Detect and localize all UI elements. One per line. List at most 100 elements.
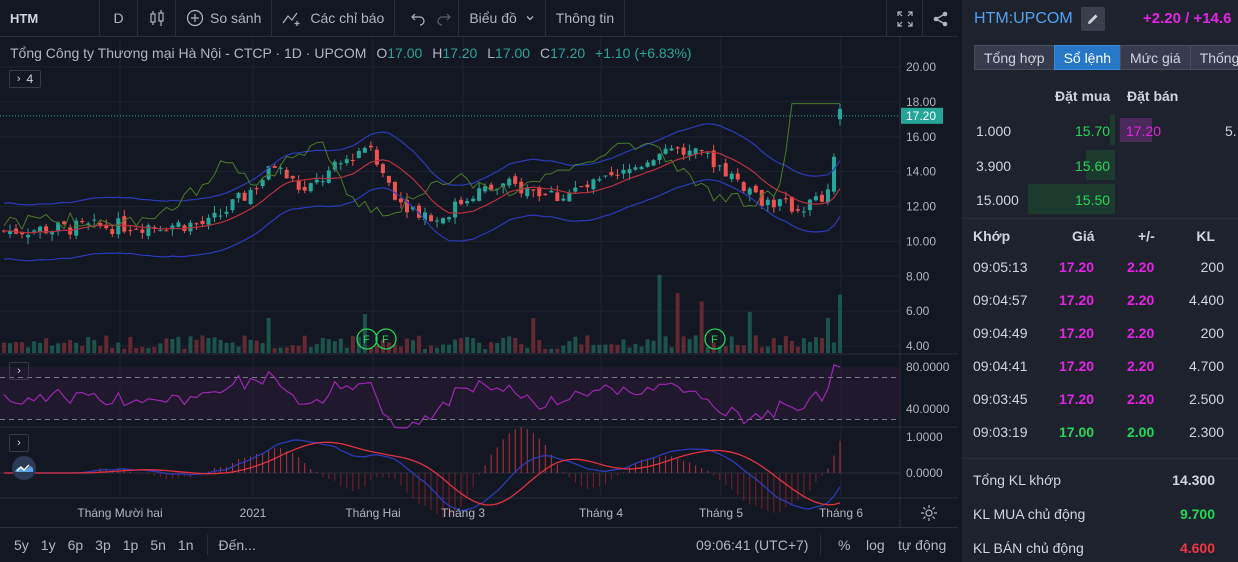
volume-bar — [206, 337, 211, 353]
candle-body — [621, 169, 626, 174]
volume-bar — [254, 340, 259, 353]
percent-scale-toggle[interactable]: % — [838, 537, 850, 553]
price-axis-label: 20.00 — [906, 60, 936, 74]
info-button[interactable]: Thông tin — [546, 0, 626, 37]
range-1y[interactable]: 1y — [35, 537, 62, 553]
chart-type-button[interactable] — [138, 0, 176, 37]
trade-time: 09:04:41 — [973, 358, 1028, 374]
volume-bar — [344, 347, 349, 353]
chart-canvas[interactable]: 20.00 18.00 16.00 14.00 12.00 10.00 8.00 6.00 4.… — [0, 37, 958, 527]
indicators-label: Các chỉ báo — [310, 10, 385, 26]
volume-bar — [633, 343, 638, 353]
resolution-button[interactable]: D — [100, 0, 138, 37]
time-axis-label: Tháng 6 — [819, 506, 863, 520]
volume-bar — [759, 347, 764, 353]
candle-body — [386, 175, 391, 183]
volume-bar — [753, 335, 758, 353]
log-scale-toggle[interactable]: log — [866, 537, 885, 553]
volume-bar — [687, 339, 692, 353]
range-5y[interactable]: 5y — [0, 537, 35, 553]
volume-bar — [741, 345, 746, 353]
bid-volume: 15.000 — [976, 192, 1019, 208]
volume-bar — [92, 340, 97, 353]
range-1d[interactable]: 1n — [172, 537, 200, 553]
range-1m[interactable]: 1p — [117, 537, 145, 553]
undo-icon[interactable] — [409, 9, 427, 27]
volume-bar — [777, 345, 782, 353]
candle-body — [224, 211, 229, 214]
edit-symbol-button[interactable] — [1081, 7, 1105, 31]
volume-bar — [326, 339, 331, 353]
volume-bar — [567, 341, 572, 353]
volume-bar — [374, 345, 379, 353]
indicators-button[interactable]: Các chỉ báo — [272, 0, 396, 37]
candle-body — [248, 189, 253, 204]
fullscreen-button[interactable] — [886, 0, 922, 37]
candle-body — [507, 178, 512, 186]
volume-bar — [525, 347, 530, 353]
oscillator-pane-toggle[interactable]: › — [9, 362, 29, 380]
tab-stats[interactable]: Thống — [1189, 45, 1238, 70]
volume-bar — [549, 348, 554, 353]
volume-bar — [260, 343, 265, 353]
range-5d[interactable]: 5n — [144, 537, 172, 553]
volume-bar — [597, 344, 602, 353]
candle-body — [573, 187, 578, 192]
trade-time: 09:03:45 — [973, 391, 1028, 407]
candle-body — [32, 230, 37, 232]
volume-bar — [801, 338, 806, 353]
compare-button[interactable]: So sánh — [176, 0, 273, 37]
trade-volume-header: KL — [1196, 228, 1215, 244]
volume-bar — [423, 348, 428, 353]
volume-bar — [519, 344, 524, 353]
volume-bar — [837, 294, 842, 353]
share-button[interactable] — [922, 0, 958, 37]
volume-bar — [266, 317, 271, 353]
trade-summary: Tổng KL khớp 14.300 KL MUA chủ động 9.70… — [962, 458, 1238, 556]
range-3m[interactable]: 3p — [89, 537, 117, 553]
trade-row: 09:04:49 17.20 2.20 200 — [962, 316, 1238, 349]
candle-body — [753, 185, 758, 193]
volume-bar — [194, 339, 199, 353]
trade-time: 09:04:57 — [973, 292, 1028, 308]
candle-body — [447, 217, 452, 220]
range-6m[interactable]: 6p — [62, 537, 90, 553]
logo-icon[interactable] — [9, 455, 39, 481]
trade-time: 09:04:49 — [973, 325, 1028, 341]
current-price-label: 17.20 — [906, 109, 936, 123]
candle-body — [344, 159, 349, 164]
volume-bar — [453, 339, 458, 353]
macd-pane-toggle[interactable]: › — [9, 434, 29, 452]
tab-summary[interactable]: Tổng hợp — [974, 45, 1055, 70]
auto-scale-toggle[interactable]: tự động — [898, 537, 946, 553]
bid-volume: 1.000 — [976, 123, 1012, 139]
goto-date-button[interactable]: Đến... — [216, 537, 255, 553]
symbol-label: HTM — [10, 10, 39, 26]
tab-orderbook[interactable]: Sổ lệnh — [1053, 45, 1122, 70]
indicators-collapse-button[interactable]: › 4 — [9, 70, 41, 88]
indicators-icon — [282, 9, 304, 27]
indicator-count: 4 — [26, 72, 34, 86]
orderbook-row: 3.900 15.60 — [962, 150, 1238, 180]
volume-bar — [338, 338, 343, 353]
redo-icon[interactable] — [435, 9, 453, 27]
trade-change: 2.20 — [1127, 358, 1155, 374]
tab-price-levels[interactable]: Mức giá — [1120, 45, 1191, 70]
bollinger-lower — [3, 178, 841, 262]
candle-body — [453, 201, 458, 218]
chart-area[interactable]: HTM D So sánh Các chỉ báo Biểu đồ Thông … — [0, 0, 958, 562]
candle-body — [272, 166, 277, 168]
symbol-search-button[interactable]: HTM — [0, 0, 100, 37]
candle-body — [194, 223, 199, 225]
volume-bar — [230, 342, 235, 353]
volume-bar — [110, 347, 115, 353]
gear-icon[interactable] — [918, 502, 940, 524]
volume-bar — [627, 347, 632, 353]
chevron-right-icon: › — [17, 365, 21, 377]
candle-body — [603, 175, 608, 177]
tab-label: Tổng hợp — [984, 49, 1045, 66]
bid-volume: 3.900 — [976, 158, 1012, 174]
chart-mode-button[interactable]: Biểu đồ — [459, 0, 546, 37]
volume-bar — [675, 293, 680, 353]
bid-price: 15.50 — [1075, 192, 1111, 208]
